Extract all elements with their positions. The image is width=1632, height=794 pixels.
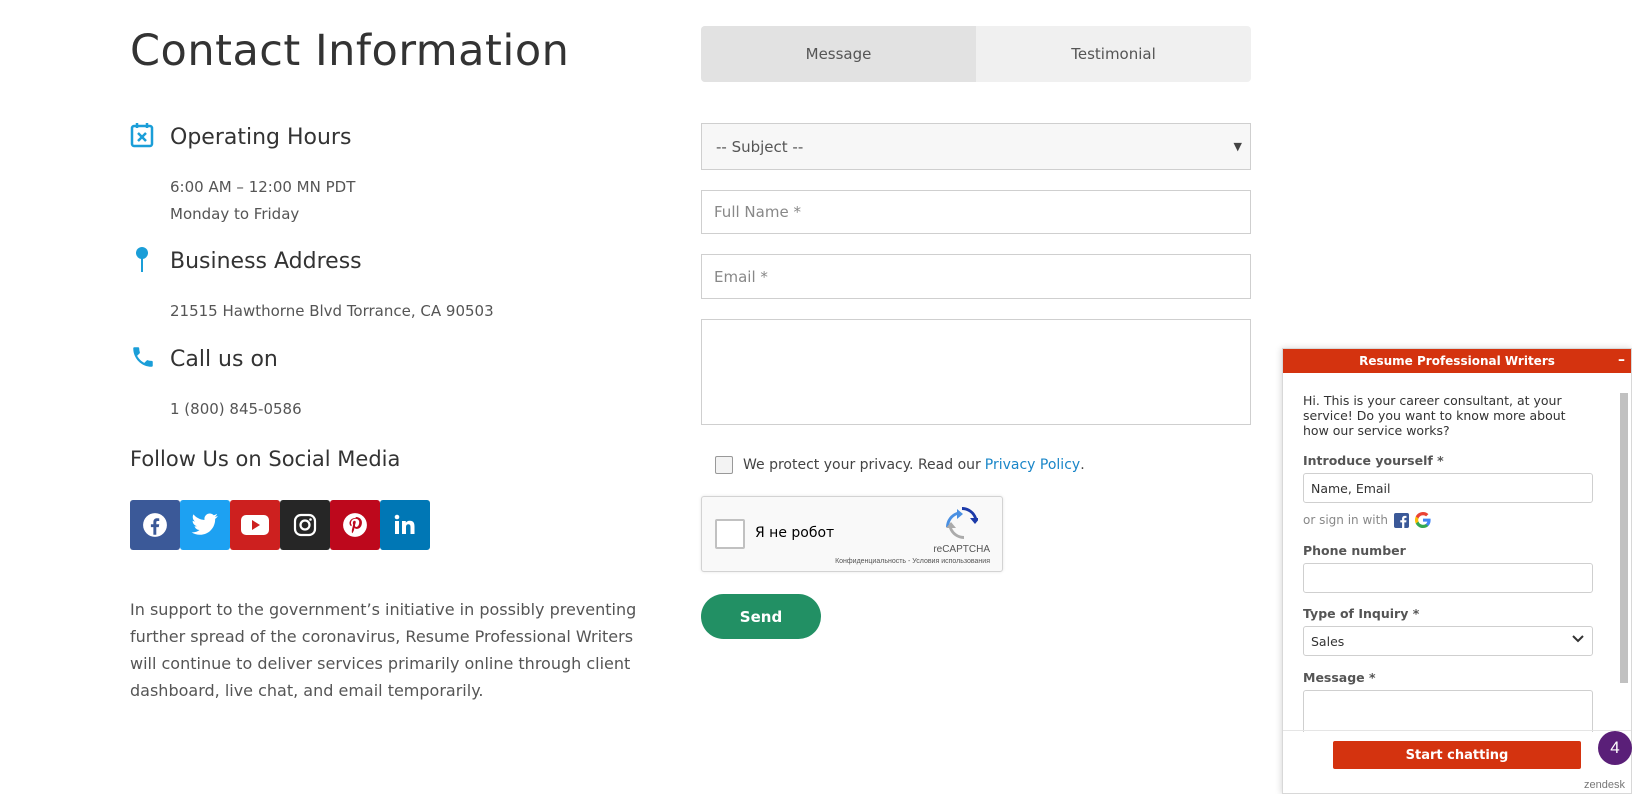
form-tabs: Message Testimonial	[701, 26, 1251, 82]
recaptcha-checkbox[interactable]	[715, 519, 745, 549]
recaptcha-logo-icon	[946, 507, 980, 544]
message-label: Message *	[1303, 670, 1376, 685]
facebook-link[interactable]	[130, 500, 180, 550]
subject-value: -- Subject --	[716, 137, 804, 156]
youtube-icon	[241, 515, 269, 535]
chat-footer: Start chatting zendesk	[1283, 730, 1631, 793]
social-heading: Follow Us on Social Media	[130, 447, 401, 471]
chat-intro: Hi. This is your career consultant, at y…	[1303, 393, 1566, 438]
introduce-input[interactable]: Name, Email	[1303, 473, 1593, 503]
notification-badge[interactable]: 4	[1598, 731, 1632, 765]
operating-hours-days: Monday to Friday	[170, 205, 300, 223]
chat-widget: Resume Professional Writers – Hi. This i…	[1282, 348, 1632, 794]
send-button[interactable]: Send	[701, 594, 821, 639]
zendesk-brand: zendesk	[1584, 779, 1625, 791]
google-icon[interactable]	[1414, 512, 1431, 528]
introduce-label: Introduce yourself *	[1303, 453, 1444, 468]
inquiry-select[interactable]: Sales	[1303, 626, 1593, 656]
youtube-link[interactable]	[230, 500, 280, 550]
recaptcha-widget: Я не робот reCAPTCHA Конфиденциальность …	[701, 496, 1003, 572]
call-us-heading: Call us on	[170, 347, 278, 372]
sign-in-options: or sign in with	[1303, 512, 1431, 528]
chat-title: Resume Professional Writers	[1359, 354, 1555, 368]
inquiry-label: Type of Inquiry *	[1303, 606, 1420, 621]
instagram-icon	[293, 513, 317, 537]
business-address-heading: Business Address	[170, 249, 362, 274]
caret-down-icon: ▼	[1233, 140, 1242, 153]
phone-input[interactable]	[1303, 563, 1593, 593]
privacy-consent: We protect your privacy. Read our Privac…	[715, 456, 1085, 474]
instagram-link[interactable]	[280, 500, 330, 550]
pinterest-icon	[343, 513, 367, 537]
chat-scrollbar[interactable]	[1619, 379, 1629, 729]
facebook-icon[interactable]	[1393, 512, 1409, 528]
business-address: 21515 Hawthorne Blvd Torrance, CA 90503	[170, 302, 494, 320]
facebook-icon	[143, 513, 167, 537]
subject-select[interactable]: -- Subject -- ▼	[701, 123, 1251, 170]
map-pin-icon	[130, 246, 156, 274]
operating-hours-time: 6:00 AM – 12:00 MN PDT	[170, 178, 356, 196]
email-input[interactable]: Email *	[701, 254, 1251, 299]
pinterest-link[interactable]	[330, 500, 380, 550]
phone-number[interactable]: 1 (800) 845-0586	[170, 396, 302, 423]
chat-scroll-thumb[interactable]	[1620, 393, 1628, 683]
chat-header: Resume Professional Writers –	[1283, 349, 1631, 373]
start-chatting-button[interactable]: Start chatting	[1333, 741, 1581, 769]
minimize-icon[interactable]: –	[1618, 352, 1625, 368]
linkedin-link[interactable]	[380, 500, 430, 550]
recaptcha-label: Я не робот	[755, 525, 835, 541]
message-textarea[interactable]	[701, 319, 1251, 425]
sign-in-label: or sign in with	[1303, 513, 1388, 527]
privacy-checkbox[interactable]	[715, 456, 733, 474]
social-links	[130, 500, 430, 550]
chat-message-input[interactable]	[1303, 690, 1593, 732]
twitter-link[interactable]	[180, 500, 230, 550]
covid-notice: In support to the government’s initiativ…	[130, 600, 637, 700]
recaptcha-terms[interactable]: Конфиденциальность - Условия использован…	[835, 558, 990, 565]
full-name-input[interactable]: Full Name *	[701, 190, 1251, 234]
operating-hours-heading: Operating Hours	[170, 125, 352, 150]
privacy-text: We protect your privacy. Read our	[743, 457, 981, 473]
phone-label: Phone number	[1303, 543, 1406, 558]
inquiry-value: Sales	[1311, 633, 1345, 649]
calendar-icon	[130, 122, 156, 150]
privacy-policy-link[interactable]: Privacy Policy	[985, 457, 1080, 473]
phone-icon	[130, 344, 156, 372]
privacy-period: .	[1080, 457, 1085, 473]
page-title: Contact Information	[130, 26, 570, 76]
linkedin-icon	[394, 514, 415, 534]
tab-message[interactable]: Message	[701, 26, 976, 82]
chevron-down-icon	[1572, 633, 1584, 648]
twitter-icon	[191, 513, 218, 535]
tab-testimonial[interactable]: Testimonial	[976, 26, 1251, 82]
recaptcha-brand: reCAPTCHA	[933, 544, 990, 555]
